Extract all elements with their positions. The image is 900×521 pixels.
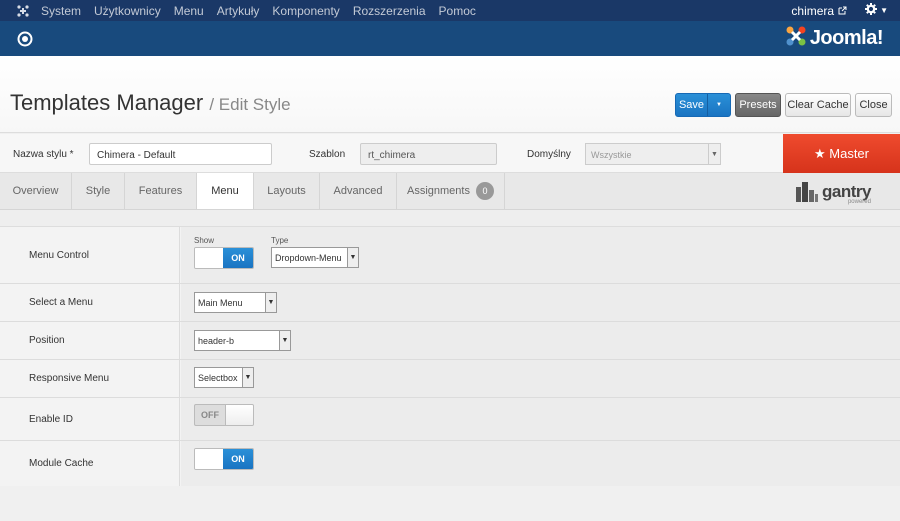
- tab-label: Advanced: [333, 185, 383, 197]
- menu-item-users[interactable]: Użytkownicy: [94, 4, 161, 18]
- toggle-knob: [225, 405, 253, 425]
- chevron-down-icon: ▼: [880, 6, 888, 15]
- tab-label: Assignments: [407, 185, 470, 197]
- style-name-label: Nazwa stylu *: [13, 149, 74, 160]
- toggle-knob: [195, 248, 225, 268]
- style-fields-bar: Nazwa stylu * Chimera - Default Szablon …: [0, 134, 900, 173]
- tab-features[interactable]: Features: [125, 173, 197, 209]
- tab-label: Style: [85, 185, 111, 197]
- page-title-sub: / Edit Style: [209, 95, 291, 114]
- external-link-icon: [838, 4, 847, 18]
- type-label: Type: [271, 236, 289, 245]
- setting-label: Menu Control: [0, 227, 180, 283]
- menu-item-extensions[interactable]: Rozszerzenia: [353, 4, 426, 18]
- select-menu-value: Main Menu: [198, 298, 243, 308]
- gantry-logo: gantry powered: [795, 181, 871, 206]
- joomla-logo-icon[interactable]: [16, 4, 30, 18]
- enable-id-toggle[interactable]: OFF: [194, 404, 254, 426]
- tabs-bar: Overview Style Features Menu Layouts Adv…: [0, 173, 900, 210]
- clear-cache-button[interactable]: Clear Cache: [785, 93, 851, 117]
- setting-row-enable-id: Enable ID OFF: [0, 398, 900, 441]
- default-select: Wszystkie ▼: [585, 143, 721, 165]
- joomla-brand-icon: [785, 25, 807, 53]
- gantry-tagline: powered: [847, 198, 871, 205]
- menu-settings-panel: Menu Control Show ON Type Dropdown-Menu …: [0, 226, 900, 487]
- tab-overview[interactable]: Overview: [0, 173, 72, 209]
- setting-label: Enable ID: [0, 398, 180, 440]
- toggle-on-label: ON: [223, 248, 253, 268]
- menu-type-select[interactable]: Dropdown-Menu ▼: [271, 247, 359, 268]
- settings-menu[interactable]: ▼: [865, 3, 888, 18]
- save-button-group: Save ▼: [675, 93, 731, 117]
- chevron-down-icon: ▼: [265, 293, 276, 312]
- menu-item-system[interactable]: System: [41, 4, 81, 18]
- header-bar: Joomla!: [0, 21, 900, 56]
- tab-layouts[interactable]: Layouts: [254, 173, 320, 209]
- toggle-off-label: OFF: [201, 410, 219, 420]
- template-label: Szablon: [309, 149, 346, 160]
- chevron-down-icon: ▼: [279, 331, 290, 350]
- save-dropdown-toggle[interactable]: ▼: [707, 94, 730, 116]
- tab-menu[interactable]: Menu: [197, 173, 254, 209]
- joomla-brand: Joomla!: [785, 25, 884, 53]
- assignments-count-badge: 0: [475, 182, 494, 200]
- toggle-knob: [195, 449, 225, 469]
- site-name: chimera: [791, 3, 835, 18]
- site-link[interactable]: chimera: [791, 4, 847, 18]
- tab-label: Overview: [12, 185, 59, 197]
- footer-area: [0, 486, 900, 521]
- position-value: header-b: [198, 336, 235, 346]
- show-label: Show: [194, 236, 215, 245]
- tab-label: Features: [138, 185, 183, 197]
- save-button[interactable]: Save: [676, 99, 707, 111]
- menu-item-menu[interactable]: Menu: [174, 4, 204, 18]
- template-circle-icon: [16, 30, 33, 47]
- tab-label: Menu: [211, 185, 239, 197]
- chevron-down-icon: ▼: [242, 368, 253, 387]
- tab-advanced[interactable]: Advanced: [320, 173, 397, 209]
- responsive-menu-value: Selectbox: [198, 373, 238, 383]
- close-button[interactable]: Close: [855, 93, 892, 117]
- gantry-building-icon: [795, 181, 819, 206]
- gear-icon: [865, 3, 878, 18]
- setting-row-responsive-menu: Responsive Menu Selectbox ▼: [0, 360, 900, 398]
- tab-style[interactable]: Style: [72, 173, 125, 209]
- style-name-input[interactable]: Chimera - Default: [89, 143, 272, 165]
- setting-label: Select a Menu: [0, 284, 180, 321]
- menu-type-value: Dropdown-Menu: [275, 253, 342, 263]
- select-menu-dropdown[interactable]: Main Menu ▼: [194, 292, 277, 313]
- menu-item-help[interactable]: Pomoc: [439, 4, 476, 18]
- tab-assignments[interactable]: Assignments 0: [397, 173, 505, 209]
- setting-row-menu-control: Menu Control Show ON Type Dropdown-Menu …: [0, 227, 900, 284]
- setting-label: Module Cache: [0, 441, 180, 486]
- chevron-down-icon: ▼: [347, 248, 358, 267]
- default-label: Domyślny: [527, 149, 571, 160]
- tab-label: Layouts: [267, 185, 306, 197]
- gantry-name: gantry: [822, 181, 871, 201]
- position-dropdown[interactable]: header-b ▼: [194, 330, 291, 351]
- page-title-main: Templates Manager: [10, 90, 204, 115]
- setting-row-module-cache: Module Cache ON: [0, 441, 900, 487]
- presets-button[interactable]: Presets: [735, 93, 781, 117]
- setting-label: Position: [0, 322, 180, 359]
- top-menu-bar: System Użytkownicy Menu Artykuły Kompone…: [0, 0, 900, 21]
- page-title: Templates Manager / Edit Style: [10, 90, 291, 116]
- template-field: rt_chimera: [360, 143, 497, 165]
- setting-row-position: Position header-b ▼: [0, 322, 900, 360]
- toggle-on-label: ON: [223, 449, 253, 469]
- menu-item-components[interactable]: Komponenty: [272, 4, 339, 18]
- module-cache-toggle[interactable]: ON: [194, 448, 254, 470]
- master-button[interactable]: ★ Master: [783, 134, 900, 173]
- joomla-brand-text: Joomla!: [809, 27, 884, 49]
- top-menu: System Użytkownicy Menu Artykuły Kompone…: [41, 4, 489, 18]
- default-select-value: Wszystkie: [591, 150, 632, 160]
- menu-item-articles[interactable]: Artykuły: [217, 4, 260, 18]
- tab-content-spacer: [0, 210, 900, 226]
- setting-label: Responsive Menu: [0, 360, 180, 397]
- setting-row-select-menu: Select a Menu Main Menu ▼: [0, 284, 900, 322]
- menu-control-show-toggle[interactable]: ON: [194, 247, 254, 269]
- caret-down-icon: ▼: [716, 102, 722, 108]
- responsive-menu-dropdown[interactable]: Selectbox ▼: [194, 367, 254, 388]
- chevron-down-icon: ▼: [708, 144, 720, 164]
